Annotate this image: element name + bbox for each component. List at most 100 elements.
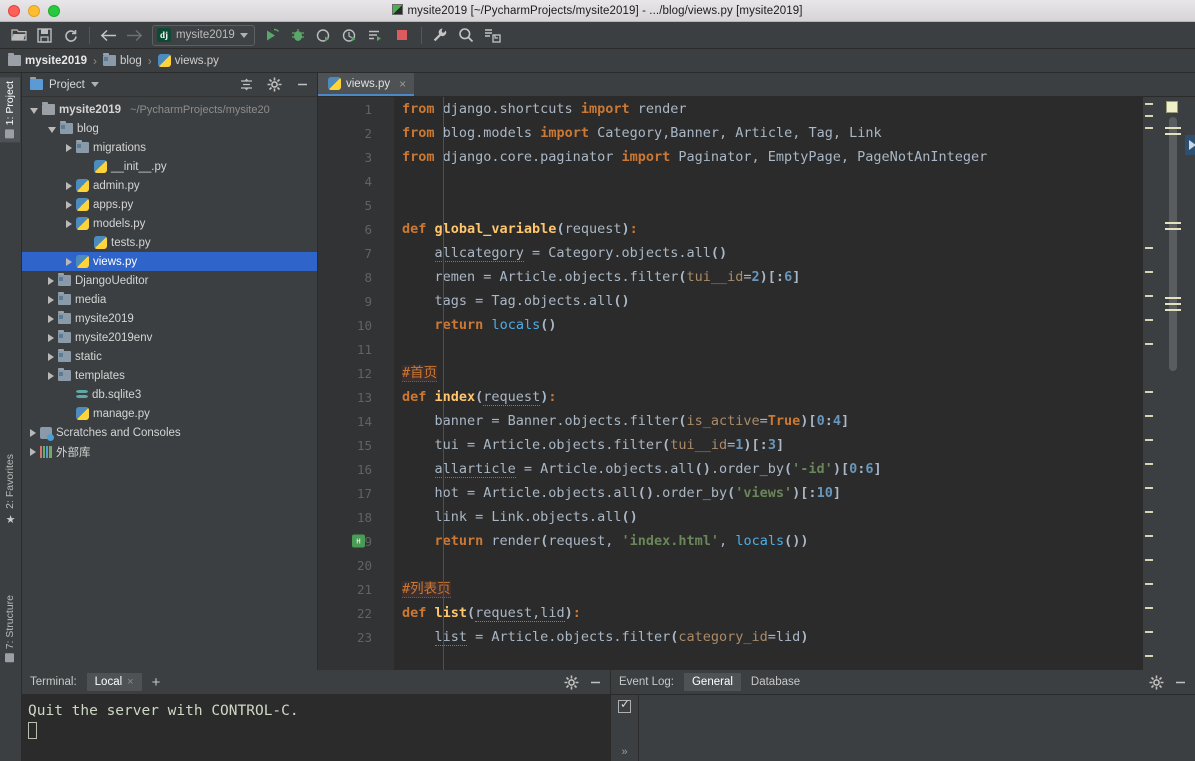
gear-icon[interactable] — [263, 75, 285, 95]
code-line[interactable]: list = Article.objects.filter(category_i… — [394, 625, 1143, 649]
chevron-right-icon[interactable] — [48, 333, 54, 342]
search-everywhere-icon[interactable] — [454, 24, 479, 47]
hide-icon[interactable] — [1169, 672, 1191, 692]
chevron-down-icon[interactable] — [90, 82, 99, 87]
vcs-update-icon[interactable] — [480, 24, 505, 47]
code-line[interactable]: allcategory = Category.objects.all() — [394, 241, 1143, 265]
chevron-right-icon[interactable] — [66, 257, 72, 266]
chevron-right-icon[interactable] — [66, 200, 72, 209]
terminal-tab-local[interactable]: Local × — [86, 673, 142, 691]
tree-node-scratches-and-consoles[interactable]: Scratches and Consoles — [22, 423, 317, 442]
tree-node-__init__-py[interactable]: __init__.py — [22, 157, 317, 176]
run-configuration-selector[interactable]: dj mysite2019 — [152, 24, 255, 46]
html-file-marker-icon[interactable]: H — [352, 534, 365, 548]
editor-scrollbar[interactable] — [1155, 97, 1195, 670]
code-line[interactable]: from django.shortcuts import render — [394, 97, 1143, 121]
event-log-content[interactable] — [639, 695, 1195, 761]
run-icon[interactable] — [260, 24, 285, 47]
tree-node-views-py[interactable]: views.py — [22, 252, 317, 271]
gear-icon[interactable] — [560, 672, 582, 692]
tree-node-media[interactable]: media — [22, 290, 317, 309]
breadcrumb-item-blog[interactable]: blog — [103, 53, 142, 67]
tree-node-manage-py[interactable]: manage.py — [22, 404, 317, 423]
settings-wrench-icon[interactable] — [428, 24, 453, 47]
terminal-output[interactable]: Quit the server with CONTROL-C. — [22, 695, 610, 761]
sidebar-item-favorites[interactable]: ★ 2: Favorites — [0, 450, 20, 530]
tree-node-mysite2019[interactable]: mysite2019 — [22, 309, 317, 328]
code-line[interactable]: banner = Banner.objects.filter(is_active… — [394, 409, 1143, 433]
tree-node-templates[interactable]: templates — [22, 366, 317, 385]
scrollbar-thumb[interactable] — [1169, 117, 1177, 371]
code-line[interactable]: def list(request,lid): — [394, 601, 1143, 625]
tree-node-static[interactable]: static — [22, 347, 317, 366]
chevron-down-icon[interactable] — [239, 32, 248, 38]
debug-icon[interactable] — [286, 24, 311, 47]
chevron-right-icon[interactable] — [30, 428, 36, 437]
tab-database[interactable]: Database — [743, 673, 808, 691]
new-terminal-button[interactable]: + — [144, 674, 169, 691]
hide-icon[interactable] — [291, 75, 313, 95]
chevron-right-icon[interactable] — [66, 143, 72, 152]
back-arrow-icon[interactable] — [96, 24, 121, 47]
chevron-right-icon[interactable] — [48, 352, 54, 361]
code-line[interactable]: tags = Tag.objects.all() — [394, 289, 1143, 313]
breadcrumb-item-project[interactable]: mysite2019 — [8, 53, 87, 67]
chevron-right-icon[interactable] — [66, 219, 72, 228]
code-line[interactable]: allarticle = Article.objects.all().order… — [394, 457, 1143, 481]
chevron-right-icon[interactable] — [48, 276, 54, 285]
tree-node-migrations[interactable]: migrations — [22, 138, 317, 157]
run-coverage-icon[interactable] — [312, 24, 337, 47]
sync-icon[interactable] — [58, 24, 83, 47]
breadcrumb-item-file[interactable]: views.py — [157, 54, 219, 67]
code-line[interactable]: link = Link.objects.all() — [394, 505, 1143, 529]
line-number-gutter[interactable]: 12345678910111213141516171819H20212223 — [318, 97, 396, 670]
tree-node-djangoueditor[interactable]: DjangoUeditor — [22, 271, 317, 290]
chevron-right-icon[interactable] — [48, 314, 54, 323]
chevron-right-icon[interactable] — [48, 295, 54, 304]
fold-column[interactable] — [380, 97, 394, 670]
chevron-right-icon[interactable] — [48, 371, 54, 380]
code-line[interactable] — [394, 169, 1143, 193]
sidebar-item-structure[interactable]: 7: Structure — [0, 591, 20, 666]
expand-more-icon[interactable]: » — [621, 746, 627, 758]
code-line[interactable]: return locals() — [394, 313, 1143, 337]
tree-node-mysite2019[interactable]: mysite2019 ~/PycharmProjects/mysite20 — [22, 100, 317, 119]
code-line[interactable]: from django.core.paginator import Pagina… — [394, 145, 1143, 169]
code-line[interactable]: tui = Article.objects.filter(tui__id=1)[… — [394, 433, 1143, 457]
code-line[interactable]: from blog.models import Category,Banner,… — [394, 121, 1143, 145]
code-content[interactable]: from django.shortcuts import render from … — [394, 97, 1143, 670]
stop-icon[interactable] — [390, 24, 415, 47]
run-manage-task-icon[interactable] — [364, 24, 389, 47]
inspection-status-indicator[interactable] — [1166, 101, 1178, 113]
code-line[interactable]: remen = Article.objects.filter(tui__id=2… — [394, 265, 1143, 289]
tree-node-admin-py[interactable]: admin.py — [22, 176, 317, 195]
code-line[interactable]: def index(request): — [394, 385, 1143, 409]
close-icon[interactable]: × — [127, 676, 133, 688]
hide-icon[interactable] — [584, 672, 606, 692]
tree-node-blog[interactable]: blog — [22, 119, 317, 138]
chevron-right-icon[interactable] — [30, 447, 36, 456]
tree-node-mysite2019env[interactable]: mysite2019env — [22, 328, 317, 347]
tree-node-apps-py[interactable]: apps.py — [22, 195, 317, 214]
code-line[interactable]: hot = Article.objects.all().order_by('vi… — [394, 481, 1143, 505]
code-line[interactable]: #列表页 — [394, 577, 1143, 601]
code-line[interactable] — [394, 337, 1143, 361]
tree-node-tests-py[interactable]: tests.py — [22, 233, 317, 252]
chevron-down-icon[interactable] — [30, 107, 38, 114]
code-line[interactable]: #首页 — [394, 361, 1143, 385]
project-tree[interactable]: mysite2019 ~/PycharmProjects/mysite20 blog… — [22, 97, 317, 670]
tree-node-db-sqlite3[interactable]: db.sqlite3 — [22, 385, 317, 404]
close-icon[interactable]: × — [399, 77, 406, 91]
chevron-down-icon[interactable] — [48, 126, 56, 133]
profile-icon[interactable] — [338, 24, 363, 47]
gear-icon[interactable] — [1145, 672, 1167, 692]
sidebar-item-project[interactable]: 1: Project — [0, 77, 20, 143]
code-line[interactable] — [394, 553, 1143, 577]
code-line[interactable]: def global_variable(request): — [394, 217, 1143, 241]
collapse-all-icon[interactable] — [235, 75, 257, 95]
code-line[interactable] — [394, 193, 1143, 217]
checkbox-icon[interactable] — [618, 697, 631, 713]
code-line[interactable]: return render(request, 'index.html', loc… — [394, 529, 1143, 553]
run-gutter-popup-icon[interactable] — [1185, 135, 1195, 155]
chevron-right-icon[interactable] — [66, 181, 72, 190]
